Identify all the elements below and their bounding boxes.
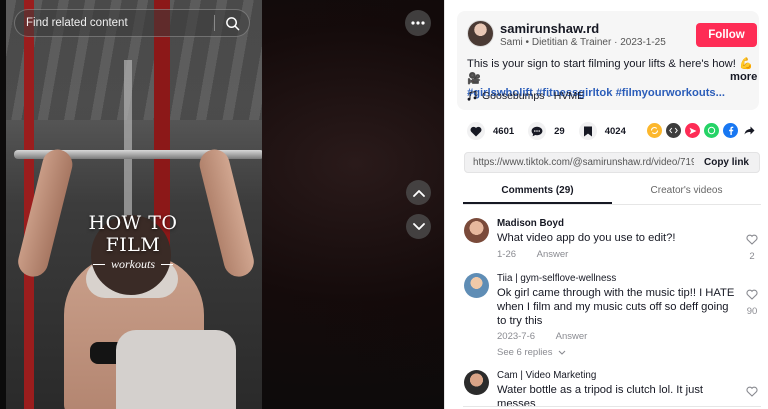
comment-like-button[interactable]: 90 — [744, 287, 760, 317]
bench-seat — [116, 330, 236, 409]
tab-creator-videos[interactable]: Creator's videos — [612, 181, 761, 204]
search-input[interactable] — [15, 17, 214, 29]
tab-comments[interactable]: Comments (29) — [463, 181, 612, 204]
comment-date: 2023-7-6 — [497, 331, 536, 342]
divider — [463, 406, 761, 407]
music-note-icon — [467, 91, 477, 101]
more-dots-icon — [411, 21, 425, 25]
next-video-button[interactable] — [406, 214, 431, 239]
video-overlay-title: HOW TO FILM — [88, 212, 178, 256]
athlete-arm-right — [196, 146, 258, 280]
more-options-button[interactable] — [405, 10, 431, 36]
previous-video-button[interactable] — [406, 180, 431, 205]
comment-footer: 2023-7-6 Answer — [497, 331, 587, 342]
comment-icon — [528, 122, 547, 140]
video-player[interactable]: HOW TO FILM workouts — [0, 0, 444, 409]
share-options — [647, 123, 757, 138]
like-button[interactable]: 4601 — [467, 122, 514, 140]
search-bar[interactable] — [14, 9, 250, 37]
tab-bar: Comments (29) Creator's videos — [463, 181, 761, 205]
repost-icon[interactable] — [647, 123, 662, 138]
heart-outline-icon — [746, 386, 758, 397]
author-meta: Sami • Dietitian & Trainer · 2023-1-25 — [500, 37, 666, 48]
details-panel: samirunshaw.rd Sami • Dietitian & Traine… — [444, 0, 768, 409]
comment-button[interactable]: 29 — [528, 122, 565, 140]
heart-icon — [467, 122, 485, 140]
comment-item: Tiia | gym-selflove-wellness Ok girl cam… — [464, 273, 764, 363]
video-frame[interactable] — [6, 0, 262, 409]
comment-list: Madison Boyd What video app do you use t… — [445, 210, 768, 409]
see-replies-button[interactable]: See 6 replies — [497, 347, 566, 358]
send-to-friends-icon[interactable] — [685, 123, 700, 138]
comment-text: What video app do you use to edit?! — [497, 232, 676, 244]
comment-like-button[interactable]: 2 — [744, 232, 760, 262]
author-username[interactable]: samirunshaw.rd — [500, 21, 599, 36]
copy-link-button[interactable]: Copy link — [694, 157, 759, 168]
see-replies-label: See 6 replies — [497, 347, 553, 358]
facebook-icon[interactable] — [723, 123, 738, 138]
comment-item: Madison Boyd What video app do you use t… — [464, 218, 764, 270]
engagement-bar: 4601 29 4024 — [467, 122, 640, 140]
avatar[interactable] — [464, 370, 489, 395]
comment-author[interactable]: Cam | Video Marketing — [497, 370, 596, 381]
chevron-down-icon — [412, 222, 425, 230]
comment-footer: 1-26 Answer — [497, 249, 568, 260]
music-title: Goosebumps - HVME — [482, 90, 585, 102]
comment-date: 1-26 — [497, 249, 517, 260]
share-arrow-icon[interactable] — [742, 123, 757, 138]
embed-icon[interactable] — [666, 123, 681, 138]
like-count: 4601 — [493, 125, 515, 137]
avatar[interactable] — [464, 273, 489, 298]
video-overlay-subtitle-text: workouts — [110, 257, 155, 271]
share-link-box: https://www.tiktok.com/@samirunshaw.rd/v… — [464, 152, 760, 173]
save-button[interactable]: 4024 — [578, 122, 626, 140]
comment-text: Ok girl came through with the music tip!… — [497, 287, 735, 327]
video-overlay-subtitle: workouts — [66, 257, 200, 272]
search-icon — [225, 16, 239, 30]
whatsapp-icon[interactable] — [704, 123, 719, 138]
music-link[interactable]: Goosebumps - HVME — [467, 90, 584, 102]
chevron-down-icon — [558, 350, 566, 355]
follow-button[interactable]: Follow — [696, 23, 757, 47]
reply-button[interactable]: Answer — [537, 249, 569, 260]
bookmark-icon — [578, 122, 597, 140]
heart-outline-icon — [746, 289, 758, 300]
comment-item: Cam | Video Marketing Water bottle as a … — [464, 370, 764, 409]
avatar[interactable] — [464, 218, 489, 243]
comment-like-button[interactable] — [744, 384, 760, 402]
comment-like-count: 2 — [749, 251, 755, 262]
reply-button[interactable]: Answer — [556, 331, 588, 342]
caption-text: This is your sign to start filming your … — [467, 58, 753, 85]
avatar[interactable] — [467, 20, 494, 47]
comment-author[interactable]: Madison Boyd — [497, 218, 564, 229]
comment-count: 29 — [554, 125, 565, 137]
search-button[interactable] — [215, 9, 249, 37]
chevron-up-icon — [412, 189, 425, 197]
save-count: 4024 — [604, 125, 626, 137]
heart-outline-icon — [746, 234, 758, 245]
more-link[interactable]: more — [730, 71, 757, 83]
comment-author[interactable]: Tiia | gym-selflove-wellness — [497, 273, 616, 284]
post-info-card: samirunshaw.rd Sami • Dietitian & Traine… — [457, 11, 759, 110]
share-url: https://www.tiktok.com/@samirunshaw.rd/v… — [473, 157, 694, 168]
video-overlay-text: HOW TO FILM workouts — [66, 212, 200, 272]
comment-like-count: 90 — [746, 306, 758, 317]
